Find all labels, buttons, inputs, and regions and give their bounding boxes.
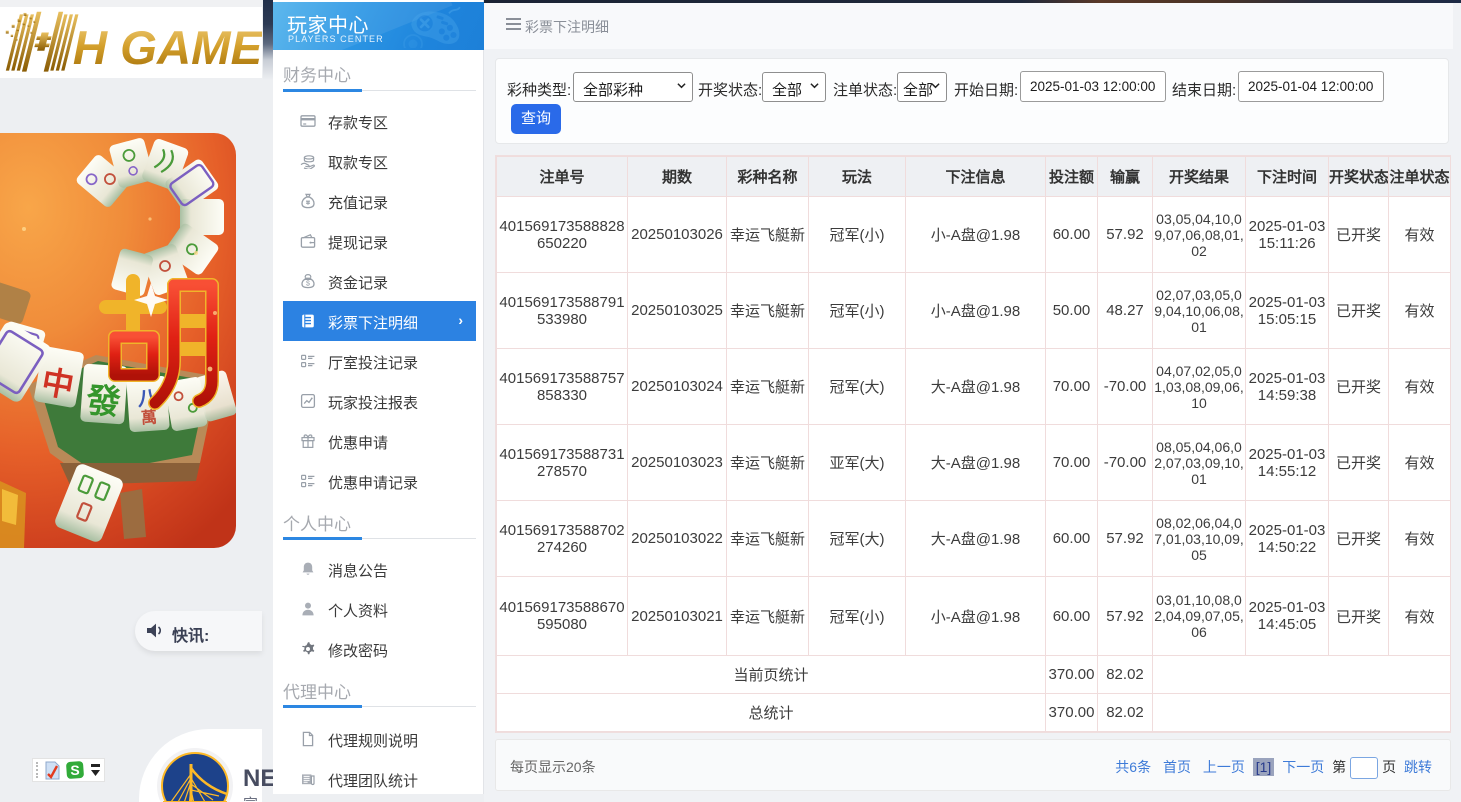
svg-text:萬: 萬: [140, 407, 157, 427]
svg-text:H GAME: H GAME: [73, 22, 262, 75]
svg-text:S: S: [70, 762, 79, 778]
svg-text:$: $: [306, 281, 310, 288]
svg-text:發: 發: [84, 382, 122, 422]
svg-text:中: 中: [39, 363, 77, 404]
